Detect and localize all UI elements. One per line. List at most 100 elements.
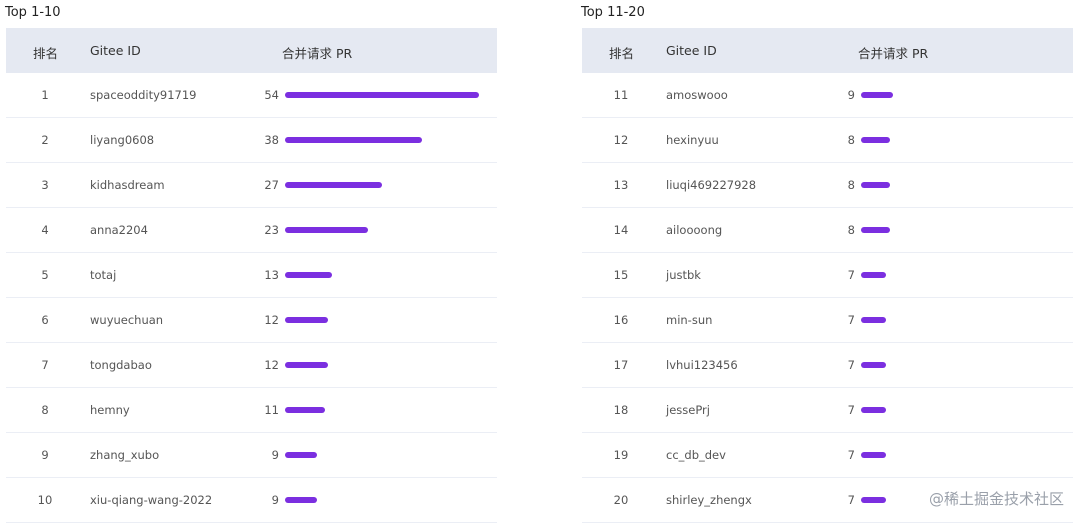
rank-cell: 7 (41, 358, 49, 372)
pr-bar (285, 362, 328, 368)
gitee-id-cell[interactable]: wuyuechuan (90, 313, 163, 327)
pr-bar (861, 317, 886, 323)
rank-cell: 2 (41, 133, 49, 147)
table-row[interactable]: 8 hemny 11 (6, 388, 497, 433)
gitee-id-cell[interactable]: xiu-qiang-wang-2022 (90, 493, 212, 507)
gitee-id-cell[interactable]: lvhui123456 (666, 358, 738, 372)
pr-bar (861, 452, 886, 458)
table-row[interactable]: 4 anna2204 23 (6, 208, 497, 253)
rank-cell: 10 (37, 493, 53, 507)
pr-bar (285, 92, 479, 98)
header-rank[interactable]: 排名 (609, 43, 634, 62)
pr-bar (861, 182, 890, 188)
table-row[interactable]: 10 xiu-qiang-wang-2022 9 (6, 478, 497, 523)
pr-bar (285, 137, 422, 143)
header-rank[interactable]: 排名 (33, 43, 58, 62)
pr-count: 9 (847, 88, 855, 102)
rank-cell: 1 (41, 88, 49, 102)
pr-count: 12 (264, 313, 279, 327)
pr-count: 8 (847, 178, 855, 192)
pr-bar (861, 137, 890, 143)
table-body: 1 spaceoddity91719 54 2 liyang0608 38 3 kidhasd… (6, 73, 497, 523)
gitee-id-cell[interactable]: anna2204 (90, 223, 148, 237)
table-row[interactable]: 7 tongdabao 12 (6, 343, 497, 388)
gitee-id-cell[interactable]: min-sun (666, 313, 712, 327)
gitee-id-cell[interactable]: liuqi469227928 (666, 178, 756, 192)
rank-cell: 17 (613, 358, 629, 372)
pr-count: 27 (264, 178, 279, 192)
header-merged-pr[interactable]: 合并请求 PR (282, 43, 352, 62)
table-row[interactable]: 17 lvhui123456 7 (582, 343, 1073, 388)
gitee-id-cell[interactable]: justbk (666, 268, 701, 282)
gitee-id-cell[interactable]: shirley_zhengx (666, 493, 752, 507)
pr-bar (861, 407, 886, 413)
pr-bar (861, 227, 890, 233)
table-header: 排名 Gitee ID 合并请求 PR (6, 28, 497, 73)
pr-count: 7 (847, 358, 855, 372)
table-row[interactable]: 2 liyang0608 38 (6, 118, 497, 163)
gitee-id-cell[interactable]: cc_db_dev (666, 448, 726, 462)
pr-count: 7 (847, 493, 855, 507)
table-row[interactable]: 18 jessePrj 7 (582, 388, 1073, 433)
table-row[interactable]: 1 spaceoddity91719 54 (6, 73, 497, 118)
rank-cell: 12 (613, 133, 629, 147)
table-row[interactable]: 11 amoswooo 9 (582, 73, 1073, 118)
gitee-id-cell[interactable]: hemny (90, 403, 130, 417)
rank-cell: 16 (613, 313, 629, 327)
pr-count: 13 (264, 268, 279, 282)
table-row[interactable]: 5 totaj 13 (6, 253, 497, 298)
pr-bar (285, 452, 317, 458)
table-row[interactable]: 19 cc_db_dev 7 (582, 433, 1073, 478)
pr-bar (861, 497, 886, 503)
table-row[interactable]: 13 liuqi469227928 8 (582, 163, 1073, 208)
pr-bar (285, 317, 328, 323)
pr-count: 38 (264, 133, 279, 147)
pr-count: 54 (264, 88, 279, 102)
pr-count: 7 (847, 268, 855, 282)
gitee-id-cell[interactable]: ailoooong (666, 223, 722, 237)
pr-count: 9 (271, 493, 279, 507)
rank-cell: 8 (41, 403, 49, 417)
table-row[interactable]: 6 wuyuechuan 12 (6, 298, 497, 343)
header-merged-pr[interactable]: 合并请求 PR (858, 43, 928, 62)
gitee-id-cell[interactable]: tongdabao (90, 358, 152, 372)
gitee-id-cell[interactable]: spaceoddity91719 (90, 88, 196, 102)
rank-cell: 4 (41, 223, 49, 237)
header-gitee-id[interactable]: Gitee ID (90, 43, 141, 58)
gitee-id-cell[interactable]: hexinyuu (666, 133, 719, 147)
table-body: 11 amoswooo 9 12 hexinyuu 8 13 liuqi469227928 8 1… (582, 73, 1073, 523)
panel-title: Top 11-20 (581, 5, 645, 20)
table-header: 排名 Gitee ID 合并请求 PR (582, 28, 1073, 73)
pr-count: 7 (847, 313, 855, 327)
header-gitee-id[interactable]: Gitee ID (666, 43, 717, 58)
gitee-id-cell[interactable]: liyang0608 (90, 133, 154, 147)
pr-bar (285, 407, 325, 413)
pr-count: 23 (264, 223, 279, 237)
gitee-id-cell[interactable]: kidhasdream (90, 178, 165, 192)
pr-bar (861, 92, 893, 98)
table-row[interactable]: 15 justbk 7 (582, 253, 1073, 298)
table-row[interactable]: 16 min-sun 7 (582, 298, 1073, 343)
pr-count: 8 (847, 133, 855, 147)
table-row[interactable]: 12 hexinyuu 8 (582, 118, 1073, 163)
table-row[interactable]: 9 zhang_xubo 9 (6, 433, 497, 478)
pr-count: 7 (847, 403, 855, 417)
pr-bar (285, 497, 317, 503)
gitee-id-cell[interactable]: zhang_xubo (90, 448, 159, 462)
pr-count: 12 (264, 358, 279, 372)
gitee-id-cell[interactable]: amoswooo (666, 88, 728, 102)
rank-cell: 6 (41, 313, 49, 327)
pr-bar (285, 182, 382, 188)
pr-bar (285, 272, 332, 278)
pr-count: 8 (847, 223, 855, 237)
gitee-id-cell[interactable]: jessePrj (666, 403, 710, 417)
pr-count: 7 (847, 448, 855, 462)
pr-bar (861, 272, 886, 278)
rank-cell: 19 (613, 448, 629, 462)
gitee-id-cell[interactable]: totaj (90, 268, 116, 282)
pr-bar (285, 227, 368, 233)
table-row[interactable]: 3 kidhasdream 27 (6, 163, 497, 208)
rank-cell: 3 (41, 178, 49, 192)
watermark: @稀土掘金技术社区 (928, 490, 1064, 508)
table-row[interactable]: 14 ailoooong 8 (582, 208, 1073, 253)
